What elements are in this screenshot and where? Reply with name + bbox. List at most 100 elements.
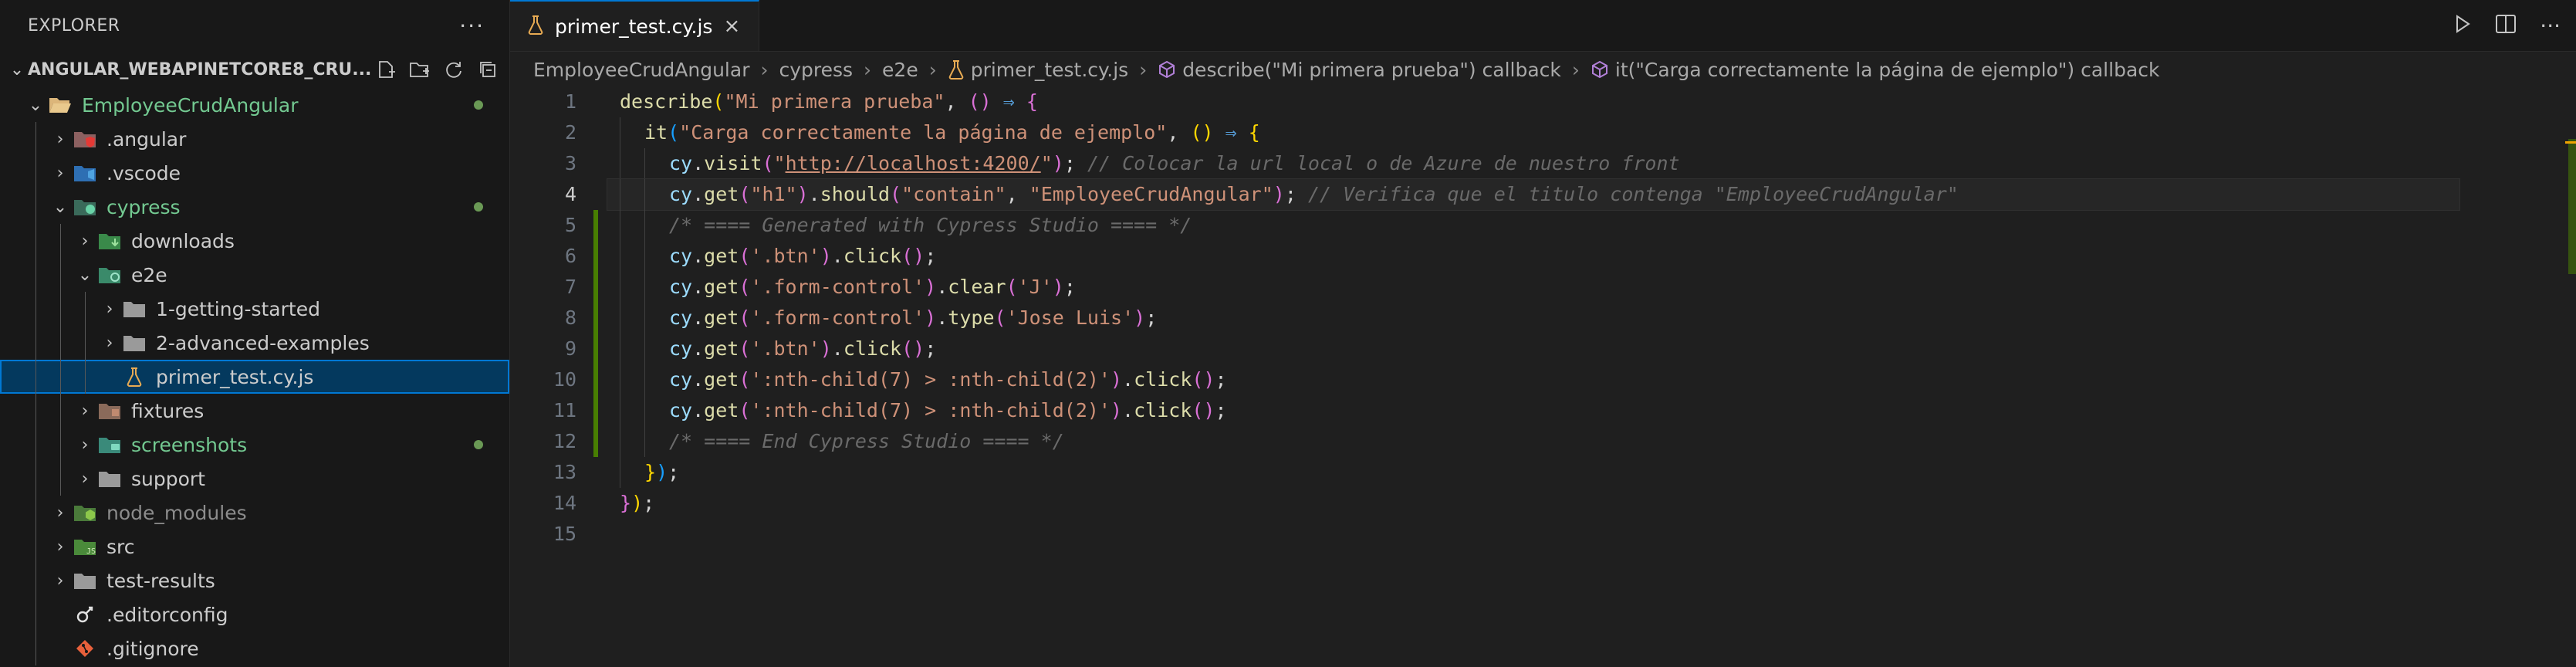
indent-guide (644, 303, 645, 334)
tree-item[interactable]: › .vscode (0, 156, 509, 190)
code-line[interactable]: 1 describe("Mi primera prueba", () ⇒ { (510, 86, 2576, 117)
code-token: { (1026, 90, 1038, 113)
src-folder-icon: JS (73, 537, 97, 557)
gutter-change-marker (593, 86, 598, 117)
more-actions-icon[interactable]: ··· (459, 13, 485, 39)
breadcrumb-item[interactable]: it("Carga correctamente la página de eje… (1615, 59, 2160, 81)
code-token: . (692, 183, 705, 205)
code-token: click (1134, 399, 1192, 422)
split-editor-icon[interactable] (2495, 14, 2517, 37)
code-token: ; (1063, 152, 1087, 174)
chevron-right-icon[interactable]: › (97, 300, 122, 319)
test-file-icon (948, 59, 965, 80)
chevron-right-icon[interactable]: › (73, 469, 97, 489)
screenshots-folder-icon (97, 435, 122, 455)
chevron-down-icon[interactable]: ⌄ (23, 96, 48, 115)
node-folder-icon (73, 503, 97, 523)
code-line[interactable]: 2 it("Carga correctamente la página de ej… (510, 117, 2576, 148)
new-folder-icon[interactable] (407, 57, 432, 82)
chevron-right-icon[interactable]: › (73, 401, 97, 421)
refresh-icon[interactable] (441, 57, 466, 82)
tree-item[interactable]: › .angular (0, 122, 509, 156)
code-line[interactable]: 13}); (510, 457, 2576, 488)
code-editor[interactable]: 1 describe("Mi primera prueba", () ⇒ {2 it… (510, 86, 2576, 550)
project-section-header[interactable]: ⌄ ANGULAR_WEBAPINETCORE8_CRU... (0, 51, 509, 88)
code-token: cy (669, 276, 693, 298)
tree-item[interactable]: › JS src (0, 530, 509, 564)
tree-item[interactable]: ⌄ cypress (0, 190, 509, 224)
code-content: cy.visit("http://localhost:4200/"); // C… (607, 148, 2459, 179)
gutter-change-marker (593, 117, 598, 148)
chevron-right-icon[interactable]: › (48, 537, 73, 557)
code-line[interactable]: 15 (510, 519, 2576, 550)
tree-item[interactable]: › test-results (0, 564, 509, 598)
vscode-folder-icon (73, 163, 97, 183)
tree-item[interactable]: › 1-getting-started (0, 292, 509, 326)
chevron-right-icon[interactable]: › (73, 435, 97, 455)
code-line[interactable]: 4 cy.get("h1").should("contain", "Employe… (510, 178, 2576, 211)
close-icon[interactable]: × (723, 15, 740, 38)
explorer-title: EXPLORER (28, 15, 120, 36)
code-line[interactable]: 14}); (510, 488, 2576, 519)
breadcrumb-item[interactable]: primer_test.cy.js (971, 59, 1128, 81)
code-line[interactable]: 3 cy.visit("http://localhost:4200/"); // … (510, 148, 2576, 179)
tree-item[interactable]: primer_test.cy.js (0, 360, 509, 394)
chevron-right-icon[interactable]: › (48, 571, 73, 591)
tree-item[interactable]: ⌄ EmployeeCrudAngular (0, 88, 509, 122)
chevron-right-icon[interactable]: › (73, 232, 97, 251)
code-token: ) (925, 306, 937, 329)
breadcrumb-item[interactable]: cypress (779, 59, 853, 81)
code-token: ( (1006, 276, 1018, 298)
code-token: . (692, 306, 705, 329)
code-line[interactable]: 9 cy.get('.btn').click(); (510, 334, 2576, 364)
tree-item[interactable]: › node_modules (0, 496, 509, 530)
tree-item[interactable]: › screenshots (0, 428, 509, 462)
code-line[interactable]: 12 /* ==== End Cypress Studio ==== */ (510, 426, 2576, 457)
git-file-icon (73, 638, 97, 659)
code-token: ( (739, 276, 751, 298)
tree-item[interactable]: › fixtures (0, 394, 509, 428)
breadcrumb-item[interactable]: EmployeeCrudAngular (533, 59, 749, 81)
code-line[interactable]: 6 cy.get('.btn').click(); (510, 241, 2576, 272)
tree-item[interactable]: ⌄ e2e (0, 258, 509, 292)
code-token: get (704, 368, 739, 391)
indent-guide (60, 326, 61, 360)
chevron-down-icon[interactable]: ⌄ (73, 266, 97, 285)
chevron-right-icon[interactable]: › (48, 503, 73, 523)
tree-item[interactable]: › downloads (0, 224, 509, 258)
line-number: 9 (564, 337, 576, 360)
code-content: cy.get("h1").should("contain", "Employee… (607, 178, 2460, 211)
breadcrumb-item[interactable]: e2e (882, 59, 918, 81)
code-token: cy (669, 183, 693, 205)
code-line[interactable]: 8 cy.get('.form-control').type('Jose Luis… (510, 303, 2576, 334)
indent-guide (35, 564, 36, 598)
chevron-down-icon[interactable]: ⌄ (48, 198, 73, 217)
code-line[interactable]: 5 /* ==== Generated with Cypress Studio =… (510, 210, 2576, 241)
collapse-all-icon[interactable] (475, 57, 500, 82)
tree-item[interactable]: › 2-advanced-examples (0, 326, 509, 360)
new-file-icon[interactable] (374, 57, 398, 82)
chevron-right-icon[interactable]: › (48, 130, 73, 149)
code-line[interactable]: 10 cy.get(':nth-child(7) > :nth-child(2)'… (510, 364, 2576, 395)
code-token: ( (739, 306, 751, 329)
code-line[interactable]: 7 cy.get('.form-control').clear('J'); (510, 272, 2576, 303)
code-line[interactable]: 11 cy.get(':nth-child(7) > :nth-child(2)'… (510, 395, 2576, 426)
indent-guide (644, 334, 645, 364)
tree-item-label: downloads (131, 229, 235, 252)
indent-guide (35, 190, 36, 224)
tree-item[interactable]: › support (0, 462, 509, 496)
chevron-right-icon[interactable]: › (48, 164, 73, 183)
line-number: 13 (553, 461, 576, 483)
tree-item[interactable]: .gitignore (0, 631, 509, 665)
code-token: ( (994, 306, 1006, 329)
tab-primer-test[interactable]: primer_test.cy.js × (510, 0, 760, 51)
code-token: () (968, 90, 992, 113)
line-number: 10 (553, 368, 576, 391)
code-token: ( (739, 368, 751, 391)
run-icon[interactable] (2453, 14, 2472, 37)
editor-more-icon[interactable]: ··· (2540, 13, 2561, 39)
tree-item[interactable]: .editorconfig (0, 598, 509, 631)
code-token: () (901, 337, 925, 360)
breadcrumb-item[interactable]: describe("Mi primera prueba") callback (1182, 59, 1561, 81)
chevron-right-icon[interactable]: › (97, 334, 122, 353)
